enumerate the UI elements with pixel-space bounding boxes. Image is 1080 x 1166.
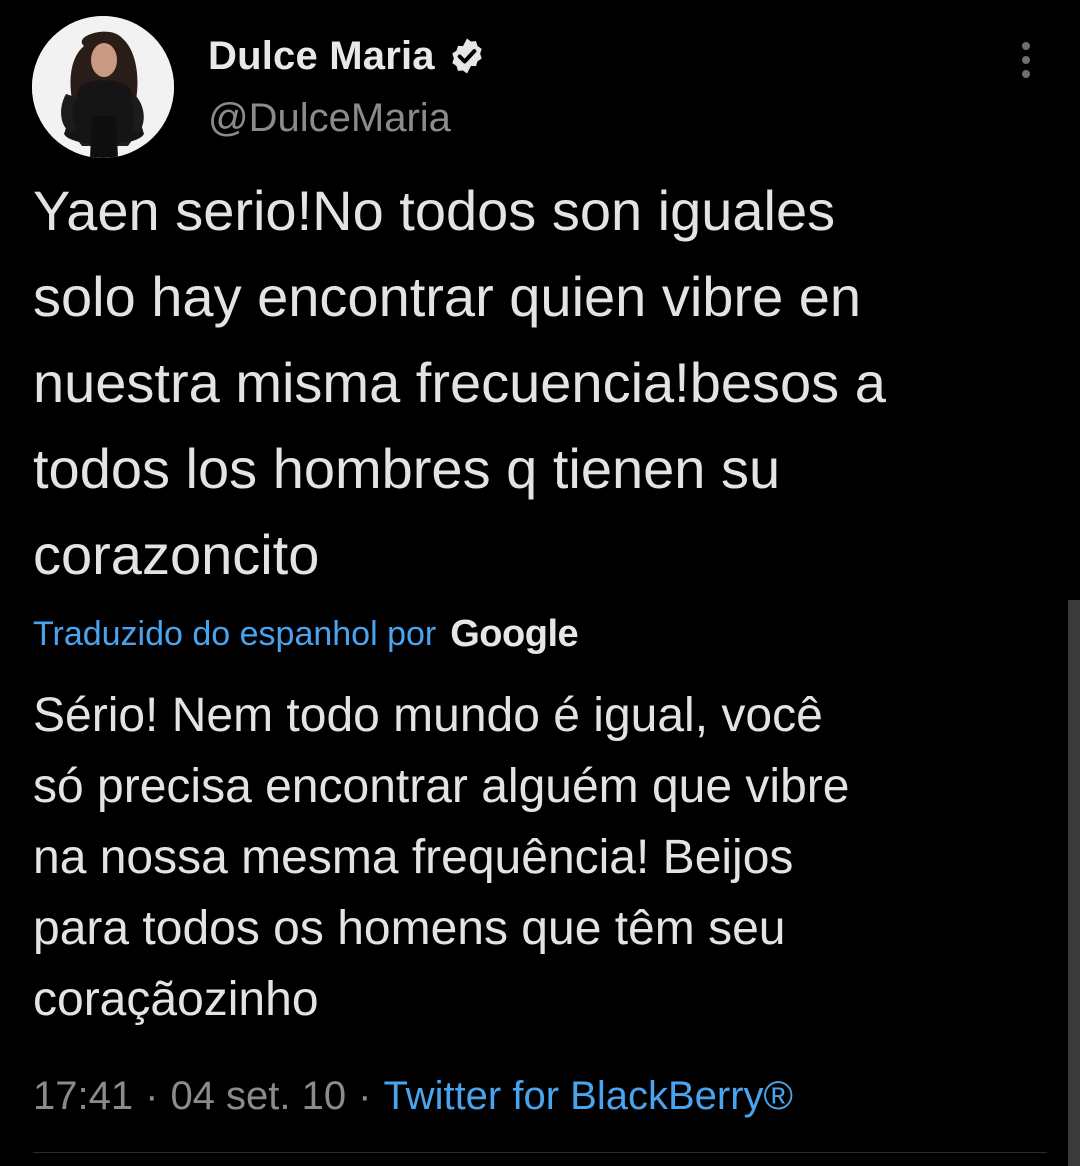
- more-options-icon[interactable]: [1010, 38, 1042, 82]
- google-logo: Google: [450, 612, 579, 655]
- tweet-text-line: corazoncito: [33, 523, 320, 586]
- tweet-text-line: nuestra misma frecuencia!besos a: [33, 351, 886, 414]
- translated-text-line: Sério! Nem todo mundo é igual, você: [33, 689, 823, 742]
- translated-text-line: para todos os homens que têm seu: [33, 902, 786, 955]
- profile-photo: [32, 16, 174, 158]
- translated-from-label[interactable]: Traduzido do espanhol por: [33, 615, 436, 654]
- translated-text: Sério! Nem todo mundo é igual, você só p…: [33, 680, 1033, 1035]
- tweet-date: 04 set. 10: [170, 1073, 347, 1118]
- meta-separator: ·: [358, 1073, 372, 1118]
- tweet-text-line: Yaen serio!No todos son iguales: [33, 179, 836, 242]
- tweet-meta: 17:41 · 04 set. 10 · Twitter for BlackBe…: [33, 1066, 793, 1126]
- avatar[interactable]: [32, 16, 174, 158]
- tweet-time: 17:41: [33, 1073, 134, 1118]
- tweet-text: Yaen serio!No todos son iguales solo hay…: [33, 168, 1063, 598]
- divider: [33, 1152, 1047, 1153]
- tweet-source-link[interactable]: Twitter for BlackBerry®: [383, 1074, 793, 1119]
- author-handle[interactable]: @DulceMaria: [208, 96, 451, 141]
- tweet-text-line: todos los hombres q tienen su: [33, 437, 781, 500]
- author-name-row: Dulce Maria: [208, 30, 487, 82]
- verified-badge-icon: [452, 38, 482, 74]
- scrollbar[interactable]: [1068, 600, 1080, 1166]
- translated-text-line: na nossa mesma frequência! Beijos: [33, 831, 794, 884]
- display-name[interactable]: Dulce Maria: [208, 34, 435, 79]
- translated-text-line: só precisa encontrar alguém que vibre: [33, 760, 850, 813]
- tweet-detail: Dulce Maria @DulceMaria Yaen serio!No to…: [0, 0, 1080, 1166]
- tweet-text-line: solo hay encontrar quien vibre en: [33, 265, 862, 328]
- translation-attribution[interactable]: Traduzido do espanhol por Google: [33, 606, 579, 662]
- meta-separator: ·: [145, 1073, 159, 1118]
- translated-text-line: coraçãozinho: [33, 973, 319, 1026]
